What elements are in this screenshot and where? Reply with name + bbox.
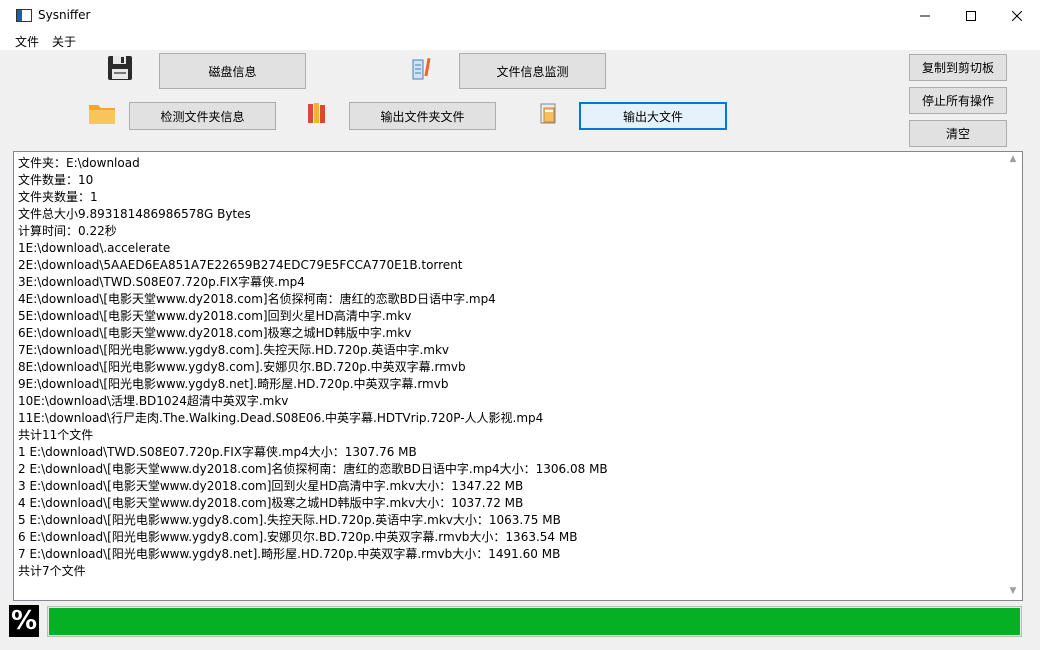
window-title: Sysniffer <box>38 8 91 22</box>
output-line: 文件夹：E:\download <box>18 156 140 170</box>
output-line: 文件夹数量：1 <box>18 190 98 204</box>
progress-fill <box>49 608 1020 635</box>
output-line: 共计11个文件 <box>18 428 94 442</box>
percent-label: % <box>9 605 39 637</box>
app-icon <box>16 9 32 22</box>
output-line: 文件总大小9.893181486986578G Bytes <box>18 207 251 221</box>
file-monitor-button[interactable]: 文件信息监测 <box>459 53 606 89</box>
minimize-icon <box>920 15 930 16</box>
books-icon <box>308 103 325 123</box>
output-line: 4E:\download\[电影天堂www.dy2018.com]名侦探柯南：唐… <box>18 292 496 306</box>
output-line: 5E:\download\[电影天堂www.dy2018.com]回到火星HD高… <box>18 309 412 323</box>
output-line: 文件数量：10 <box>18 173 94 187</box>
output-line: 3E:\download\TWD.S08E07.720p.FIX字幕侠.mp4 <box>18 275 305 289</box>
maximize-icon <box>966 10 976 21</box>
output-line: 3 E:\download\[电影天堂www.dy2018.com]回到火星HD… <box>18 479 524 493</box>
output-line: 8E:\download\[阳光电影www.ygdy8.com].安娜贝尔.BD… <box>18 360 466 374</box>
output-line: 9E:\download\[阳光电影www.ygdy8.net].畸形屋.HD.… <box>18 377 449 391</box>
output-line: 1E:\download\.accelerate <box>18 241 171 255</box>
floppy-disk-icon <box>108 56 132 80</box>
detect-folder-button[interactable]: 检测文件夹信息 <box>129 102 276 130</box>
menu-about[interactable]: 关于 <box>50 33 78 50</box>
export-large-files-button[interactable]: 输出大文件 <box>579 102 727 130</box>
output-line: 共计7个文件 <box>18 564 86 578</box>
clear-button[interactable]: 清空 <box>909 120 1007 147</box>
minimize-button[interactable] <box>902 0 948 31</box>
output-line: 6E:\download\[电影天堂www.dy2018.com]极寒之城HD韩… <box>18 326 412 340</box>
output-lines: 文件夹：E:\download 文件数量：10 文件夹数量：1 文件总大小9.8931… <box>18 155 998 580</box>
title-bar: Sysniffer <box>0 0 1040 32</box>
maximize-button[interactable] <box>948 0 994 31</box>
output-line: 10E:\download\活埋.BD1024超清中英双字.mkv <box>18 394 289 408</box>
output-textarea[interactable]: 文件夹：E:\download 文件数量：10 文件夹数量：1 文件总大小9.8931… <box>13 151 1023 601</box>
menu-bar: 文件 关于 <box>0 31 1040 50</box>
output-line: 1 E:\download\TWD.S08E07.720p.FIX字幕侠.mp4… <box>18 445 417 459</box>
output-line: 计算时间：0.22秒 <box>18 224 117 238</box>
output-line: 11E:\download\行尸走肉.The.Walking.Dead.S08E… <box>18 411 544 425</box>
output-line: 5 E:\download\[阳光电影www.ygdy8.com].失控天际.H… <box>18 513 561 527</box>
output-line: 2 E:\download\[电影天堂www.dy2018.com]名侦探柯南：… <box>18 462 608 476</box>
output-line: 7 E:\download\[阳光电影www.ygdy8.net].畸形屋.HD… <box>18 547 561 561</box>
close-button[interactable] <box>994 0 1040 31</box>
progress-bar <box>47 606 1022 637</box>
output-line: 6 E:\download\[阳光电影www.ygdy8.com].安娜贝尔.B… <box>18 530 578 544</box>
scroll-down-arrow-icon[interactable]: ▼ <box>1007 586 1019 598</box>
copy-clipboard-button[interactable]: 复制到剪切板 <box>909 54 1007 81</box>
export-folder-files-button[interactable]: 输出文件夹文件 <box>349 102 496 130</box>
output-line: 4 E:\download\[电影天堂www.dy2018.com]极寒之城HD… <box>18 496 524 510</box>
close-icon <box>1012 10 1022 21</box>
folder-icon <box>89 105 115 124</box>
file-cabinet-icon <box>540 103 556 124</box>
scroll-up-arrow-icon[interactable]: ▲ <box>1007 154 1019 166</box>
output-line: 7E:\download\[阳光电影www.ygdy8.com].失控天际.HD… <box>18 343 450 357</box>
file-monitor-icon <box>412 57 431 80</box>
output-line: 2E:\download\5AAED6EA851A7E22659B274EDC7… <box>18 258 463 272</box>
menu-file[interactable]: 文件 <box>13 33 41 50</box>
disk-info-button[interactable]: 磁盘信息 <box>159 53 306 89</box>
stop-all-button[interactable]: 停止所有操作 <box>909 87 1007 114</box>
